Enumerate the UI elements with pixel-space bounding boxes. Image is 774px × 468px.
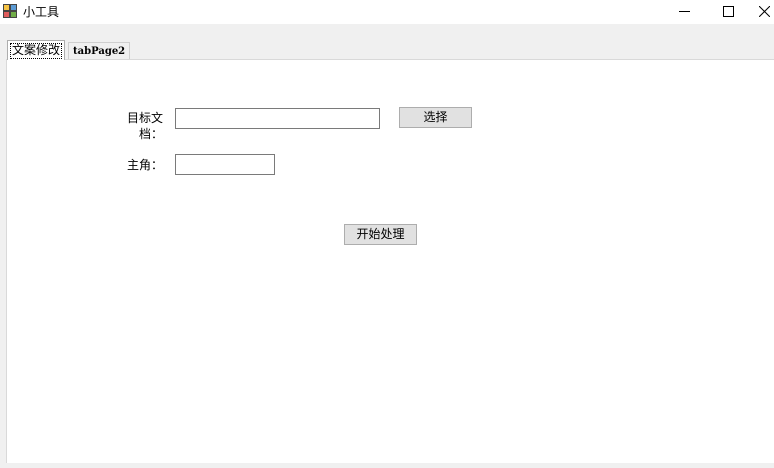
tab-panel: 目标文档： 选择 主角： 开始处理 <box>6 59 774 463</box>
close-button[interactable] <box>750 0 774 24</box>
select-button[interactable]: 选择 <box>399 107 472 128</box>
maximize-button[interactable] <box>706 0 750 24</box>
window-bottom-border <box>0 463 774 468</box>
tab-label: 文案修改 <box>12 43 61 57</box>
protagonist-input[interactable] <box>175 154 275 175</box>
start-processing-button[interactable]: 开始处理 <box>344 224 417 245</box>
target-document-label: 目标文档： <box>126 111 163 141</box>
window-title: 小工具 <box>23 5 60 19</box>
title-bar: 小工具 <box>0 0 774 24</box>
maximize-icon <box>723 6 734 17</box>
target-document-input[interactable] <box>175 108 380 129</box>
app-window: 小工具 文案修改 tabPage2 目标文档： 选择 主角： 开始处理 <box>0 0 774 468</box>
tab-strip: 文案修改 tabPage2 <box>0 24 774 60</box>
protagonist-label: 主角： <box>126 158 163 172</box>
tab-page2[interactable]: tabPage2 <box>68 42 131 60</box>
app-form-icon <box>3 4 17 18</box>
minimize-icon <box>679 11 690 12</box>
close-icon <box>759 6 770 17</box>
tab-copy-edit[interactable]: 文案修改 <box>7 40 66 60</box>
minimize-button[interactable] <box>662 0 706 24</box>
tab-label: tabPage2 <box>73 46 126 57</box>
